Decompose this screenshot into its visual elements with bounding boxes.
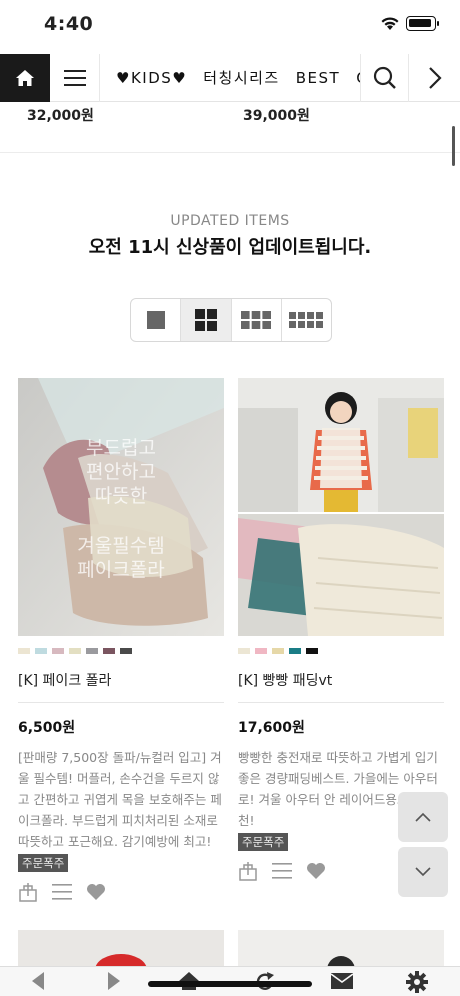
product-description: [판매량 7,500장 돌파/뉴컬러 입고] 겨울 필수템! 머플러, 손수건을… <box>18 750 222 849</box>
image-text-line: 겨울필수템 <box>77 535 165 557</box>
padding-vest-photo <box>238 378 444 636</box>
battery-icon <box>406 16 439 31</box>
cart-icon[interactable] <box>238 861 258 881</box>
product-image[interactable] <box>238 378 444 636</box>
next-product-photo <box>238 930 444 970</box>
home-indicator <box>148 981 312 987</box>
category-scroll-next-button[interactable] <box>408 54 460 102</box>
category-kids[interactable]: ♥KIDS♥ <box>116 54 187 102</box>
top-nav-bar: ♥KIDS♥터칭시리즈BESTC <box>0 54 460 102</box>
three-grid-icon <box>241 311 272 329</box>
cart-icon[interactable] <box>18 882 38 902</box>
chevron-right-icon <box>428 67 442 89</box>
product-card[interactable]: 부드럽고 편안하고 따뜻한 겨울필수템 페이크폴라 [K] 페이크 폴라 6,5… <box>18 378 224 902</box>
product-name[interactable]: [K] 빵빵 패딩vt <box>238 670 444 703</box>
home-icon <box>16 70 34 86</box>
color-swatch <box>255 648 267 654</box>
color-swatch <box>52 648 64 654</box>
color-swatch <box>103 648 115 654</box>
mail-icon[interactable] <box>330 971 354 991</box>
gear-icon[interactable] <box>406 971 428 993</box>
image-text-line: 따뜻한 <box>94 485 148 507</box>
category-menu: ♥KIDS♥터칭시리즈BESTC <box>100 54 360 102</box>
category-touching-series[interactable]: 터칭시리즈 <box>203 54 280 102</box>
chevron-up-icon <box>415 812 431 822</box>
color-swatch <box>120 648 132 654</box>
section-title: 오전 11시 신상품이 업데이트됩니다. <box>88 237 372 258</box>
hamburger-icon <box>63 70 86 86</box>
two-grid-icon <box>194 309 217 331</box>
color-swatch <box>289 648 301 654</box>
product-price: 39,000원 <box>243 108 310 124</box>
screen: { "status": { "time": "4:40" }, "nav": {… <box>0 0 460 996</box>
image-overlay-text: 부드럽고 편안하고 따뜻한 겨울필수템 페이크폴라 <box>18 436 224 582</box>
search-button[interactable] <box>360 54 408 102</box>
four-grid-icon <box>289 312 324 328</box>
product-name[interactable]: [K] 페이크 폴라 <box>18 670 224 703</box>
color-swatch <box>238 648 250 654</box>
view-3-column-button[interactable] <box>232 299 282 341</box>
view-1-column-button[interactable] <box>131 299 182 341</box>
section-subtitle: UPDATED ITEMS <box>170 213 290 229</box>
product-image[interactable] <box>18 930 224 970</box>
next-product-photo <box>18 930 224 970</box>
product-image[interactable]: 부드럽고 편안하고 따뜻한 겨울필수템 페이크폴라 <box>18 378 224 636</box>
category-best[interactable]: BEST <box>296 54 340 102</box>
status-badge: 주문폭주 <box>238 833 289 851</box>
image-text-line: 페이크폴라 <box>77 559 165 581</box>
grid-view-selector <box>130 298 332 342</box>
scroll-up-button[interactable] <box>398 792 448 842</box>
color-swatch <box>35 648 47 654</box>
product-image[interactable] <box>238 930 444 970</box>
chevron-down-icon <box>415 867 431 877</box>
view-2-column-button[interactable] <box>181 299 232 341</box>
heart-icon[interactable] <box>306 862 326 880</box>
heart-icon[interactable] <box>86 883 106 901</box>
search-icon <box>373 66 396 89</box>
updated-items-header: UPDATED ITEMS 오전 11시 신상품이 업데이트됩니다. <box>0 213 460 259</box>
color-swatch <box>272 648 284 654</box>
color-swatches <box>18 648 224 654</box>
color-swatch <box>306 648 318 654</box>
status-badge: 주문폭주 <box>18 854 69 872</box>
color-swatches <box>238 648 444 654</box>
scroll-down-button[interactable] <box>398 847 448 897</box>
status-time: 4:40 <box>44 13 94 35</box>
product-actions <box>18 882 224 902</box>
image-text-line: 편안하고 <box>86 461 156 483</box>
forward-arrow-icon[interactable] <box>106 971 122 991</box>
scrollbar[interactable] <box>452 126 455 166</box>
list-icon[interactable] <box>272 862 292 880</box>
color-swatch <box>18 648 30 654</box>
menu-button[interactable] <box>50 54 100 102</box>
list-icon[interactable] <box>52 883 72 901</box>
single-grid-icon <box>146 311 165 329</box>
color-swatch <box>69 648 81 654</box>
image-text-line: 부드럽고 <box>86 437 156 459</box>
view-4-column-button[interactable] <box>282 299 331 341</box>
wifi-icon <box>381 17 399 30</box>
product-price: 17,600원 <box>238 720 305 736</box>
product-price: 6,500원 <box>18 720 76 736</box>
status-bar: 4:40 <box>0 0 460 52</box>
product-price: 32,000원 <box>27 108 94 124</box>
previous-row-prices: 32,000원 39,000원 <box>0 103 460 153</box>
home-button[interactable] <box>0 54 50 102</box>
back-arrow-icon[interactable] <box>30 971 46 991</box>
color-swatch <box>86 648 98 654</box>
